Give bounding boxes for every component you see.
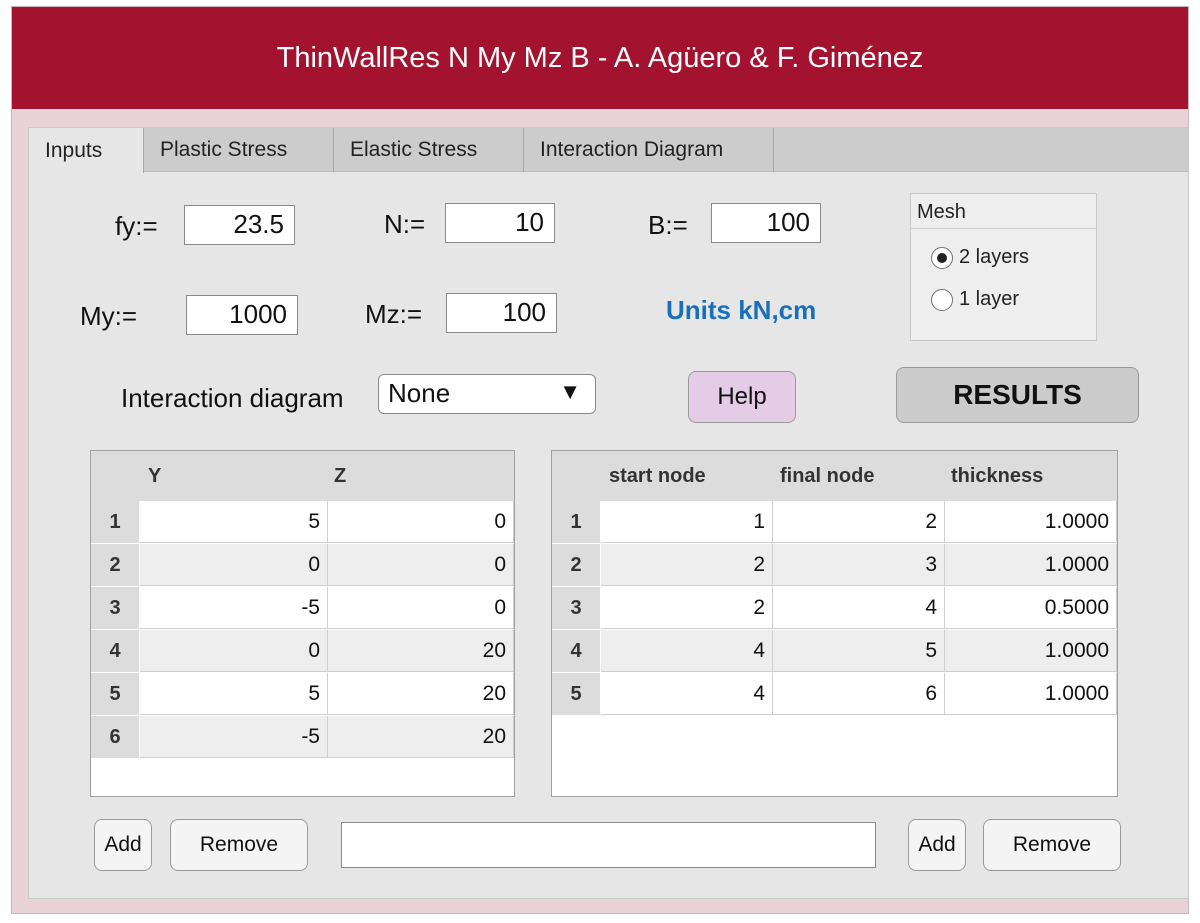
cell-z[interactable]: 20 xyxy=(328,630,514,672)
cell-y[interactable]: 5 xyxy=(140,501,328,543)
mesh-panel: Mesh 2 layers 1 layer xyxy=(910,193,1097,341)
cell-start-node[interactable]: 2 xyxy=(601,544,773,586)
table-row[interactable]: 3 2 4 0.5000 xyxy=(552,587,1117,630)
elements-table-header: start node final node thickness xyxy=(552,451,1117,501)
elements-table[interactable]: start node final node thickness 1 1 2 1.000… xyxy=(551,450,1118,797)
my-field[interactable]: 1000 xyxy=(186,295,298,335)
cell-start-node[interactable]: 2 xyxy=(601,587,773,629)
mesh-option-1-layer[interactable]: 1 layer xyxy=(931,288,1019,311)
fy-field[interactable]: 23.5 xyxy=(184,205,295,245)
cell-thickness[interactable]: 1.0000 xyxy=(945,544,1117,586)
cell-y[interactable]: 5 xyxy=(140,673,328,715)
cell-y[interactable]: 0 xyxy=(140,630,328,672)
tab-inputs[interactable]: Inputs xyxy=(29,128,144,173)
cell-start-node[interactable]: 4 xyxy=(601,630,773,672)
table-row[interactable]: 3 -5 0 xyxy=(91,587,514,630)
table-row[interactable]: 6 -5 20 xyxy=(91,716,514,759)
results-button[interactable]: RESULTS xyxy=(896,367,1139,423)
mz-field[interactable]: 100 xyxy=(446,293,557,333)
my-label: My:= xyxy=(80,301,138,331)
nodes-table[interactable]: Y Z 1 5 0 2 0 0 3 -5 0 4 0 20 5 5 20 6 -5 20 xyxy=(90,450,515,797)
cell-thickness[interactable]: 1.0000 xyxy=(945,673,1117,715)
table-row[interactable]: 4 4 5 1.0000 xyxy=(552,630,1117,673)
table-row[interactable]: 200 xyxy=(91,544,514,587)
tab-plastic-stress[interactable]: Plastic Stress xyxy=(144,128,334,172)
radio-unselected-icon[interactable] xyxy=(931,288,953,311)
table-row[interactable]: 150 xyxy=(91,501,514,544)
interaction-diagram-dropdown[interactable]: None ▼ xyxy=(378,374,596,414)
cell-z[interactable]: 20 xyxy=(328,716,514,758)
row-number: 3 xyxy=(91,587,139,629)
cell-final-node[interactable]: 2 xyxy=(773,501,945,543)
dropdown-arrow-icon: ▼ xyxy=(559,379,581,404)
table-row[interactable]: 2 2 3 1.0000 xyxy=(552,544,1117,587)
remove-node-button[interactable]: Remove xyxy=(170,819,308,871)
cell-start-node[interactable]: 1 xyxy=(601,501,773,543)
cell-final-node[interactable]: 4 xyxy=(773,587,945,629)
column-header-final-node: final node xyxy=(780,465,875,487)
mesh-option-label: 2 layers xyxy=(959,246,1030,268)
app-window: ThinWallRes N My Mz B - A. Agüero & F. G… xyxy=(11,6,1189,914)
window-title: ThinWallRes N My Mz B - A. Agüero & F. G… xyxy=(12,7,1188,109)
row-number: 5 xyxy=(552,673,600,715)
cell-final-node[interactable]: 6 xyxy=(773,673,945,715)
row-number: 4 xyxy=(91,630,139,672)
row-number: 3 xyxy=(552,587,600,629)
table-row[interactable]: 1 1 2 1.0000 xyxy=(552,501,1117,544)
cell-start-node[interactable]: 4 xyxy=(601,673,773,715)
cell-final-node[interactable]: 5 xyxy=(773,630,945,672)
table-row[interactable]: 5 5 20 xyxy=(91,673,514,716)
column-header-y: Y xyxy=(148,465,162,487)
cell-final-node[interactable]: 3 xyxy=(773,544,945,586)
cell-y[interactable]: 0 xyxy=(140,544,328,586)
add-element-button[interactable]: Add xyxy=(908,819,966,871)
row-number: 5 xyxy=(91,673,139,715)
mz-label: Mz:= xyxy=(365,299,423,329)
row-number: 2 xyxy=(91,544,139,586)
dropdown-value: None xyxy=(388,378,451,408)
row-number: 1 xyxy=(552,501,600,543)
tab-strip: Inputs Plastic Stress Elastic Stress Int… xyxy=(29,128,1188,173)
cell-z[interactable]: 0 xyxy=(328,544,514,586)
radio-selected-icon[interactable] xyxy=(931,246,953,269)
column-header-z: Z xyxy=(334,465,347,487)
b-field[interactable]: 100 xyxy=(711,203,821,243)
fy-label: fy:= xyxy=(115,211,158,241)
n-label: N:= xyxy=(384,209,426,239)
nodes-table-header: Y Z xyxy=(91,451,514,501)
cell-z[interactable]: 0 xyxy=(328,587,514,629)
add-node-button[interactable]: Add xyxy=(94,819,152,871)
mesh-divider xyxy=(911,228,1096,229)
row-number: 2 xyxy=(552,544,600,586)
cell-z[interactable]: 20 xyxy=(328,673,514,715)
row-number: 6 xyxy=(91,716,139,758)
n-field[interactable]: 10 xyxy=(445,203,555,243)
row-number: 4 xyxy=(552,630,600,672)
b-label: B:= xyxy=(648,210,688,240)
cell-y[interactable]: -5 xyxy=(140,587,328,629)
remove-element-button[interactable]: Remove xyxy=(983,819,1121,871)
cell-thickness[interactable]: 1.0000 xyxy=(945,501,1117,543)
help-button[interactable]: Help xyxy=(688,371,796,423)
row-number: 1 xyxy=(91,501,139,543)
cell-thickness[interactable]: 1.0000 xyxy=(945,630,1117,672)
tab-interaction-diagram[interactable]: Interaction Diagram xyxy=(524,128,774,172)
mesh-option-label: 1 layer xyxy=(959,288,1020,310)
column-header-thickness: thickness xyxy=(951,465,1044,487)
units-label: Units kN,cm xyxy=(666,295,817,325)
cell-z[interactable]: 0 xyxy=(328,501,514,543)
interaction-diagram-label: Interaction diagram xyxy=(121,383,344,413)
cell-y[interactable]: -5 xyxy=(140,716,328,758)
column-header-start-node: start node xyxy=(609,465,706,487)
mesh-option-2-layers[interactable]: 2 layers xyxy=(931,246,1029,269)
table-row[interactable]: 4 0 20 xyxy=(91,630,514,673)
status-field[interactable] xyxy=(341,822,876,868)
mesh-title: Mesh xyxy=(917,201,966,223)
tab-elastic-stress[interactable]: Elastic Stress xyxy=(334,128,524,172)
cell-thickness[interactable]: 0.5000 xyxy=(945,587,1117,629)
table-row[interactable]: 5 4 6 1.0000 xyxy=(552,673,1117,716)
